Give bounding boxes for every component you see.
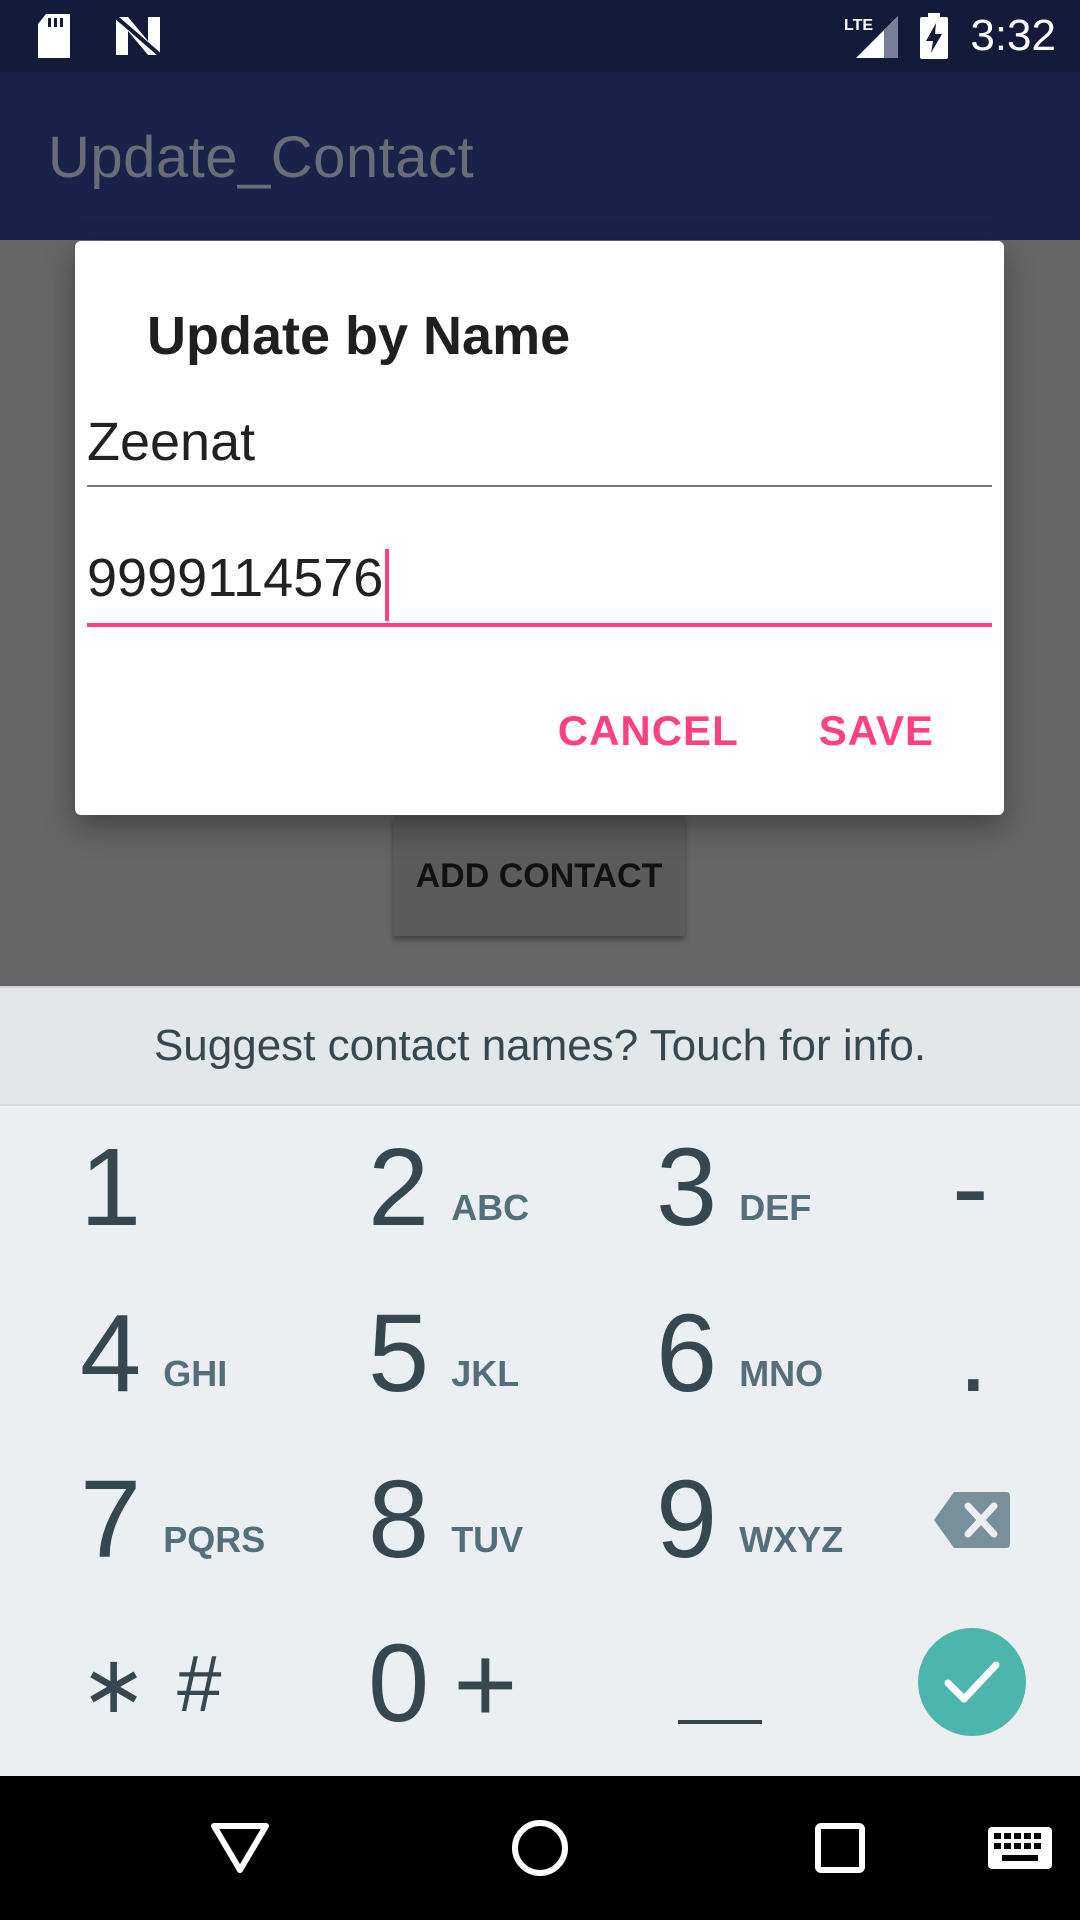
phone-field-value: 9999114576: [87, 548, 384, 608]
n-logo-icon: [116, 17, 160, 55]
home-button[interactable]: [500, 1808, 580, 1888]
key-letters: WXYZ: [739, 1519, 844, 1560]
key-digit: 5: [368, 1292, 430, 1415]
key-0[interactable]: 0 +: [368, 1604, 517, 1764]
key-digit: 9: [656, 1458, 718, 1581]
key-digit: 7: [80, 1458, 142, 1581]
signal-icon: LTE: [844, 16, 899, 58]
keyboard-icon: [988, 1827, 1052, 1869]
name-field-value: Zeenat: [87, 412, 256, 472]
star-symbol: ∗: [80, 1639, 148, 1729]
back-button[interactable]: [200, 1808, 280, 1888]
key-digit: 8: [368, 1458, 430, 1581]
space-key[interactable]: [678, 1720, 762, 1724]
key-digit: 0: [368, 1622, 430, 1745]
key-dash[interactable]: -: [952, 1108, 989, 1268]
update-dialog: Update by Name Zeenat 9999114576 CANCEL …: [75, 241, 1004, 815]
key-letters: GHI: [163, 1353, 228, 1394]
key-digit: 4: [80, 1292, 142, 1415]
key-digit: 2: [368, 1126, 430, 1249]
status-bar: LTE 3:32: [0, 0, 1080, 72]
key-symbol: .: [958, 1292, 989, 1415]
key-letters: DEF: [739, 1187, 812, 1228]
hash-symbol: #: [177, 1639, 222, 1728]
key-letters: JKL: [451, 1353, 520, 1394]
home-icon: [512, 1820, 568, 1876]
key-7[interactable]: 7 PQRS: [80, 1440, 265, 1600]
done-button[interactable]: [918, 1628, 1026, 1736]
plus-symbol: +: [453, 1622, 518, 1746]
status-time: 3:32: [970, 11, 1056, 60]
key-dot[interactable]: .: [958, 1274, 989, 1434]
key-3[interactable]: 3 DEF: [656, 1108, 811, 1268]
key-star-hash[interactable]: ∗ #: [80, 1604, 222, 1764]
key-8[interactable]: 8 TUV: [368, 1440, 523, 1600]
key-letters: ABC: [451, 1187, 530, 1228]
back-icon: [211, 1823, 269, 1873]
add-contact-button[interactable]: ADD CONTACT: [393, 816, 685, 936]
text-cursor: [385, 549, 390, 621]
key-4[interactable]: 4 GHI: [80, 1274, 227, 1434]
dialog-title: Update by Name: [147, 306, 571, 366]
key-1[interactable]: 1: [80, 1108, 141, 1268]
key-9[interactable]: 9 WXYZ: [656, 1440, 843, 1600]
key-digit: 6: [656, 1292, 718, 1415]
sd-card-icon: [38, 14, 70, 58]
suggestion-strip[interactable]: Suggest contact names? Touch for info.: [0, 986, 1080, 1106]
navigation-bar: [0, 1776, 1080, 1920]
key-2[interactable]: 2 ABC: [368, 1108, 529, 1268]
key-6[interactable]: 6 MNO: [656, 1274, 823, 1434]
battery-charging-icon: [920, 13, 949, 59]
recents-icon: [815, 1823, 865, 1873]
key-digit: 3: [656, 1126, 718, 1249]
recents-button[interactable]: [800, 1808, 880, 1888]
app-title: Update_Contact: [48, 125, 475, 190]
key-5[interactable]: 5 JKL: [368, 1274, 519, 1434]
key-digit: 1: [80, 1126, 142, 1249]
name-field[interactable]: Zeenat: [87, 411, 992, 487]
key-symbol: -: [952, 1126, 989, 1249]
key-letters: PQRS: [163, 1519, 266, 1560]
backspace-key[interactable]: [934, 1440, 1010, 1600]
key-letters: TUV: [451, 1519, 524, 1560]
backspace-icon: [934, 1492, 1010, 1548]
key-letters: MNO: [739, 1353, 824, 1394]
app-bar: Update_Contact: [0, 72, 1080, 240]
phone-field[interactable]: 9999114576: [87, 547, 992, 627]
save-button[interactable]: SAVE: [819, 707, 934, 755]
checkmark-icon: [944, 1661, 1000, 1703]
keyboard-switch-button[interactable]: [978, 1808, 1062, 1888]
cancel-button[interactable]: CANCEL: [558, 707, 739, 755]
svg-text:LTE: LTE: [844, 17, 873, 34]
